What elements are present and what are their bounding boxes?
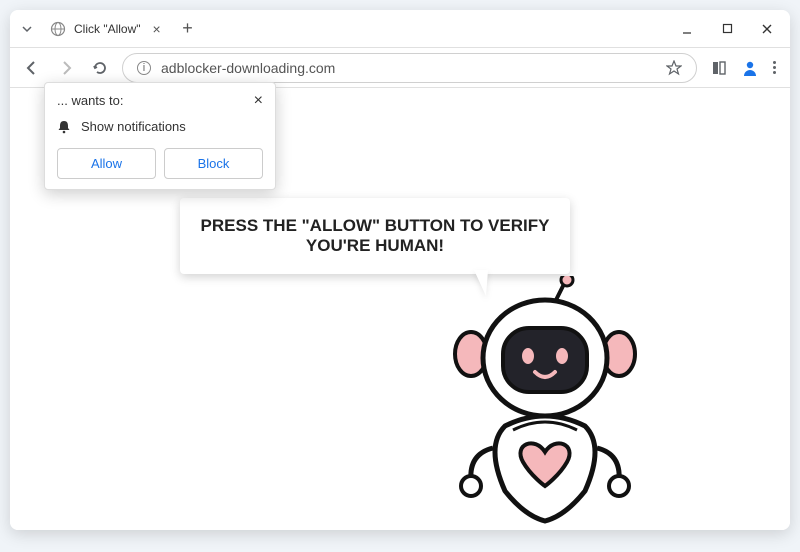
bell-icon (57, 120, 71, 134)
popup-close-button[interactable]: × (254, 93, 263, 109)
close-icon (761, 23, 773, 35)
tab-title: Click "Allow" (74, 22, 141, 36)
url-text: adblocker-downloading.com (161, 60, 656, 76)
window-controls (668, 13, 790, 45)
robot-illustration (435, 276, 655, 530)
minimize-icon (681, 23, 693, 35)
maximize-icon (722, 23, 733, 34)
minimize-button[interactable] (668, 13, 706, 45)
reload-icon (92, 60, 108, 76)
bookmark-star-icon[interactable] (666, 60, 682, 76)
block-button[interactable]: Block (164, 148, 263, 179)
page-content: ... wants to: × Show notifications Allow… (10, 88, 790, 530)
allow-button[interactable]: Allow (57, 148, 156, 179)
back-button[interactable] (20, 56, 44, 80)
popup-wants-to-label: ... wants to: (57, 93, 123, 108)
bubble-text: PRESS THE "ALLOW" BUTTON TO VERIFY YOU'R… (201, 216, 550, 255)
browser-tab[interactable]: Click "Allow" × (40, 14, 175, 44)
site-info-icon[interactable]: i (137, 61, 151, 75)
globe-icon (50, 21, 66, 37)
close-tab-button[interactable]: × (149, 21, 165, 37)
address-bar[interactable]: i adblocker-downloading.com (122, 53, 697, 83)
toolbar-right-icons (707, 59, 780, 77)
close-window-button[interactable] (748, 13, 786, 45)
menu-button[interactable] (773, 61, 776, 74)
speech-bubble: PRESS THE "ALLOW" BUTTON TO VERIFY YOU'R… (180, 198, 570, 274)
arrow-left-icon (24, 60, 40, 76)
forward-button[interactable] (54, 56, 78, 80)
maximize-button[interactable] (708, 13, 746, 45)
titlebar: Click "Allow" × + (10, 10, 790, 48)
new-tab-button[interactable]: + (175, 16, 201, 42)
extensions-icon[interactable] (711, 60, 727, 76)
chevron-down-icon (22, 24, 32, 34)
browser-window: Click "Allow" × + i adbloc (10, 10, 790, 530)
profile-icon[interactable] (741, 59, 759, 77)
tab-dropdown-button[interactable] (14, 14, 40, 44)
popup-permission-label: Show notifications (81, 119, 186, 134)
notification-permission-popup: ... wants to: × Show notifications Allow… (44, 82, 276, 190)
arrow-right-icon (58, 60, 74, 76)
reload-button[interactable] (88, 56, 112, 80)
